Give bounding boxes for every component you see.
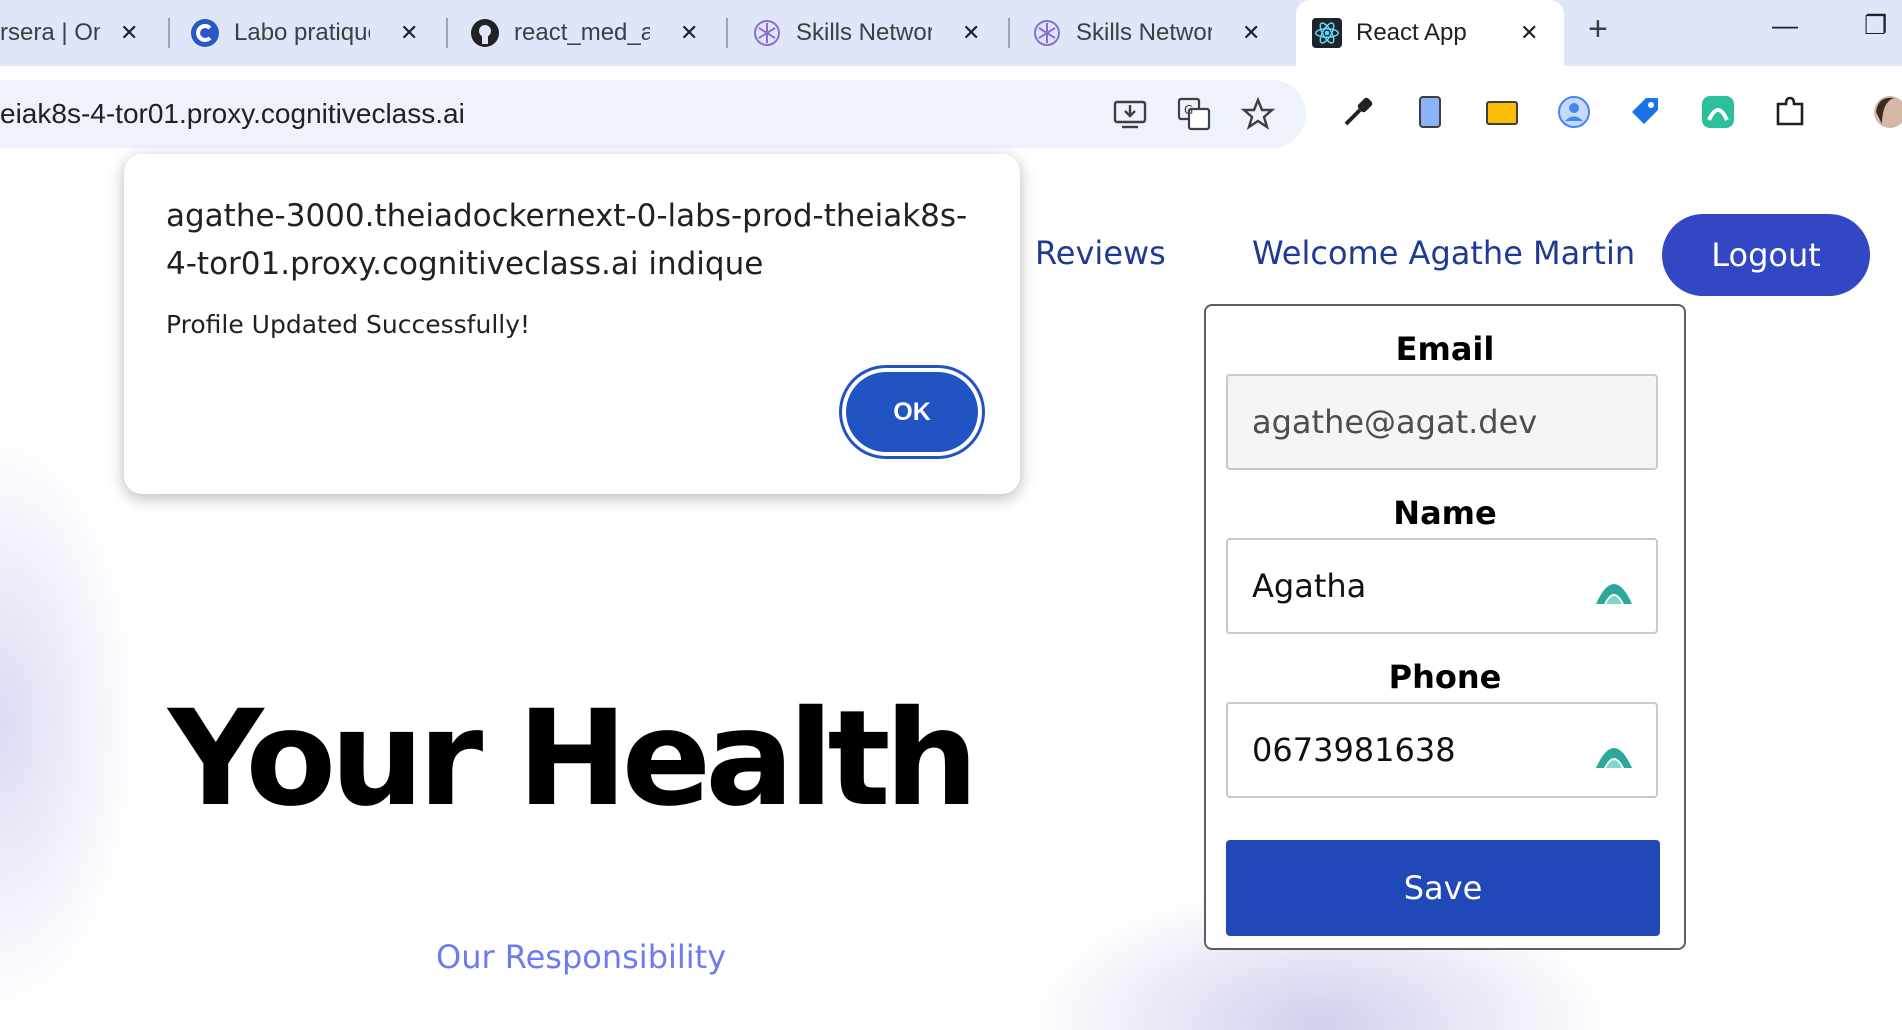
email-value: agathe@agat.dev — [1252, 403, 1538, 441]
skills-network-icon — [1032, 18, 1062, 48]
phone-value: 0673981638 — [1252, 731, 1456, 769]
browser-tab-labo[interactable]: Labo pratique ✕ — [190, 8, 418, 58]
tab-title: react_med_ap — [514, 19, 650, 46]
url-text[interactable]: eiak8s-4-tor01.proxy.cognitiveclass.ai — [0, 98, 465, 130]
autofill-icon[interactable] — [1594, 570, 1634, 606]
hero-title: Your Health — [168, 682, 979, 836]
tab-separator — [1008, 18, 1010, 48]
browser-tab-skills-1[interactable]: Skills Networ ✕ — [752, 8, 980, 58]
close-icon[interactable]: ✕ — [680, 20, 698, 46]
tablet-extension-icon[interactable] — [1412, 94, 1448, 130]
translate-icon[interactable]: G — [1176, 96, 1212, 132]
tab-title: rsera | On — [0, 19, 100, 46]
ok-button[interactable]: OK — [846, 372, 978, 452]
tag-extension-icon[interactable] — [1628, 94, 1664, 130]
tab-separator — [168, 18, 170, 48]
nav-reviews-link[interactable]: Reviews — [1035, 234, 1166, 272]
close-icon[interactable]: ✕ — [1242, 20, 1260, 46]
phone-label: Phone — [1388, 658, 1502, 696]
eyedropper-extension-icon[interactable] — [1340, 94, 1376, 130]
folder-extension-icon[interactable] — [1484, 94, 1520, 130]
tab-title: Skills Networ — [796, 19, 932, 46]
skills-network-icon — [752, 18, 782, 48]
react-icon — [1312, 18, 1342, 48]
coursera-c-icon — [190, 18, 220, 48]
browser-tab-skills-2[interactable]: Skills Networ ✕ — [1032, 8, 1260, 58]
browser-tab-coursera[interactable]: rsera | On ✕ — [0, 8, 138, 58]
browser-tab-react-app[interactable]: React App ✕ — [1296, 0, 1564, 66]
tab-title: Skills Networ — [1076, 19, 1212, 46]
teal-extension-icon[interactable] — [1700, 94, 1736, 130]
close-icon[interactable]: ✕ — [400, 20, 418, 46]
address-bar[interactable]: eiak8s-4-tor01.proxy.cognitiveclass.ai G — [0, 80, 1306, 148]
restore-button[interactable]: ❐ — [1864, 10, 1887, 41]
profile-form: Email agathe@agat.dev Name Agatha Phone … — [1204, 304, 1686, 950]
profile-extension-icon[interactable] — [1556, 94, 1592, 130]
name-value: Agatha — [1252, 567, 1367, 605]
autofill-icon[interactable] — [1594, 734, 1634, 770]
tab-title: Labo pratique — [234, 19, 370, 46]
svg-text:G: G — [1184, 103, 1193, 117]
avatar[interactable] — [1870, 94, 1902, 130]
phone-field[interactable]: 0673981638 — [1226, 702, 1658, 798]
github-icon — [470, 18, 500, 48]
tab-separator — [726, 18, 728, 48]
logout-button[interactable]: Logout — [1662, 214, 1870, 296]
alert-dialog: agathe-3000.theiadockernext-0-labs-prod-… — [124, 154, 1020, 494]
email-label: Email — [1395, 330, 1495, 368]
tab-title: React App — [1356, 19, 1467, 46]
browser-tabstrip: rsera | On ✕ Labo pratique ✕ react_med_a… — [0, 0, 1902, 66]
close-icon[interactable]: ✕ — [962, 20, 980, 46]
hero-subtitle: Our Responsibility — [436, 938, 727, 976]
new-tab-button[interactable]: + — [1588, 10, 1608, 49]
dialog-title: agathe-3000.theiadockernext-0-labs-prod-… — [166, 198, 968, 282]
close-icon[interactable]: ✕ — [1520, 20, 1538, 46]
bookmark-star-icon[interactable] — [1240, 96, 1276, 132]
minimize-button[interactable]: — — [1772, 10, 1798, 41]
name-label: Name — [1393, 494, 1497, 532]
email-field[interactable]: agathe@agat.dev — [1226, 374, 1658, 470]
welcome-user-text: Welcome Agathe Martin — [1252, 234, 1636, 272]
close-icon[interactable]: ✕ — [120, 20, 138, 46]
browser-tab-github[interactable]: react_med_ap ✕ — [470, 8, 698, 58]
tab-separator — [446, 18, 448, 48]
name-field[interactable]: Agatha — [1226, 538, 1658, 634]
dialog-message: Profile Updated Successfully! — [166, 310, 531, 339]
browser-toolbar: eiak8s-4-tor01.proxy.cognitiveclass.ai G — [0, 66, 1902, 164]
save-button[interactable]: Save — [1226, 840, 1660, 936]
extensions-puzzle-icon[interactable] — [1772, 94, 1808, 130]
install-app-icon[interactable] — [1112, 96, 1148, 132]
